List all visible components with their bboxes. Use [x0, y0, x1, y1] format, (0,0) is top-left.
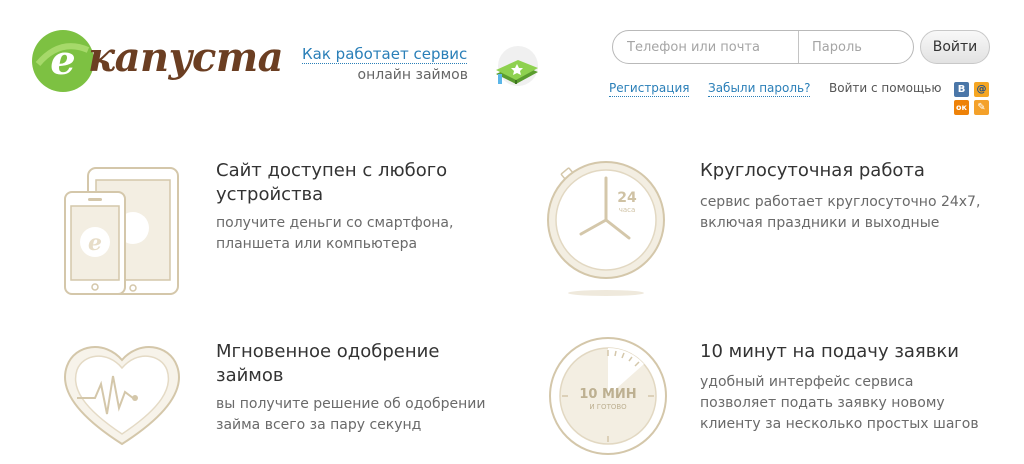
book-icon[interactable] — [490, 44, 542, 90]
odnoklassniki-icon[interactable]: ок — [954, 100, 969, 115]
svg-text:И ГОТОВО: И ГОТОВО — [589, 403, 627, 411]
social-login-label: Войти с помощью — [829, 81, 942, 95]
feature-title: Круглосуточная работа — [700, 160, 925, 181]
feature-description: удобный интерфейс сервиса позволяет пода… — [700, 374, 979, 432]
feature-title: Мгновенное одобрение займов — [216, 341, 440, 386]
feature-title: 10 минут на подачу заявки — [700, 341, 959, 362]
register-link[interactable]: Регистрация — [609, 81, 690, 97]
feature-description: вы получите решение об одобрении займа в… — [216, 396, 486, 433]
svg-text:е: е — [50, 37, 75, 84]
other-social-icon[interactable]: ✎ — [974, 100, 989, 115]
mail-ru-icon[interactable]: @ — [974, 82, 989, 97]
how-it-works-link[interactable]: Как работает сервис — [302, 45, 468, 64]
logo[interactable]: е капуста — [30, 28, 284, 94]
svg-text:24: 24 — [617, 190, 637, 206]
feature-description: сервис работает круглосуточно 24х7, вклю… — [700, 194, 981, 231]
logo-mark-icon: е — [32, 30, 94, 92]
clock-24-icon: 24 часа — [547, 161, 665, 296]
logo-text: капуста — [88, 34, 284, 81]
devices-icon: e — [64, 167, 179, 295]
phone-or-email-input[interactable] — [613, 31, 799, 63]
login-button[interactable]: Войти — [920, 30, 990, 64]
timer-10-icon: 10 МИН И ГОТОВО — [549, 337, 667, 455]
login-divider — [798, 31, 799, 63]
heart-pulse-icon — [64, 346, 180, 446]
login-form — [612, 30, 914, 64]
forgot-password-link[interactable]: Забыли пароль? — [708, 81, 811, 97]
feature-description: получите деньги со смартфона, планшета и… — [216, 215, 454, 252]
vk-icon[interactable]: В — [954, 82, 969, 97]
password-input[interactable] — [800, 31, 913, 63]
svg-text:часа: часа — [619, 206, 636, 214]
how-it-works-subtitle: онлайн займов — [357, 67, 468, 83]
svg-text:e: e — [88, 230, 102, 256]
feature-title: Сайт доступен с любого устройства — [216, 160, 448, 205]
svg-text:10 МИН: 10 МИН — [579, 387, 636, 402]
